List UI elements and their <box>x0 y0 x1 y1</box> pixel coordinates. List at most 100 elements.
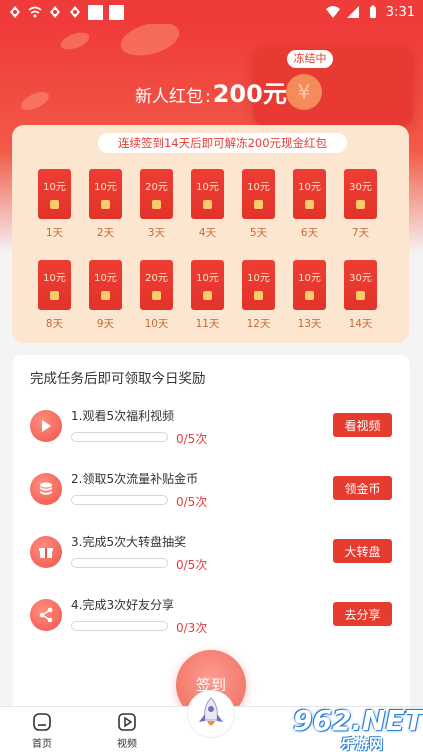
task-count: 0/5次 <box>176 558 208 572</box>
home-icon <box>33 713 51 731</box>
task-text: 1.观看5次福利视频 <box>71 409 175 423</box>
packet-amount: 10元 <box>43 182 66 193</box>
lock-icon <box>101 200 110 209</box>
video-icon <box>118 713 136 731</box>
red-packet: 10元 <box>38 260 71 310</box>
task-progress-bar <box>71 621 168 631</box>
lock-icon <box>356 200 365 209</box>
task-text: 2.领取5次流量补贴金币 <box>71 472 199 486</box>
checkin-day[interactable]: 10元 13天 <box>293 260 326 331</box>
cell-signal-icon <box>346 6 359 18</box>
lock-icon <box>152 291 161 300</box>
checkin-days-grid: 10元 1天 10元 2天 20元 3天 10元 4天 10元 5天 10元 6天 30元 7… <box>38 169 382 331</box>
sync-icon-2 <box>50 6 60 18</box>
task-card-title: 完成任务后即可领取今日奖励 <box>30 371 206 387</box>
lock-icon <box>101 291 110 300</box>
share-icon <box>30 599 62 631</box>
checkin-day[interactable]: 10元 8天 <box>38 260 71 331</box>
checkin-day[interactable]: 20元 10天 <box>140 260 173 331</box>
checkin-day[interactable]: 10元 5天 <box>242 169 275 240</box>
red-packet: 30元 <box>344 260 377 310</box>
new-user-bonus: 新人红包 : 200元 <box>135 74 287 109</box>
status-bar: 3:31 <box>0 0 423 24</box>
packet-amount: 20元 <box>145 182 168 193</box>
battery-icon <box>369 5 376 18</box>
lock-icon <box>254 291 263 300</box>
packet-amount: 10元 <box>298 273 321 284</box>
task-progress-bar <box>71 558 168 568</box>
red-packet: 20元 <box>140 260 173 310</box>
packet-amount: 10元 <box>247 273 270 284</box>
day-label: 14天 <box>348 318 373 330</box>
coins-icon <box>30 473 62 505</box>
nav-item-home[interactable]: 首页 <box>22 711 62 750</box>
red-packet: 10元 <box>293 169 326 219</box>
frozen-badge: 冻结中 <box>287 50 333 68</box>
packet-amount: 10元 <box>94 273 117 284</box>
packet-amount: 10元 <box>43 273 66 284</box>
checkin-day[interactable]: 30元 14天 <box>344 260 377 331</box>
day-label: 6天 <box>300 227 319 239</box>
red-packet: 30元 <box>344 169 377 219</box>
lock-icon <box>50 200 59 209</box>
checkin-panel: 连续签到14天后即可解冻200元现金红包 10元 1天 10元 2天 20元 3天 1… <box>12 125 409 343</box>
day-label: 13天 <box>297 318 322 330</box>
bonus-separator: : <box>205 87 211 107</box>
day-label: 3天 <box>147 227 166 239</box>
sync-icon-3 <box>70 6 80 18</box>
task-count: 0/5次 <box>176 432 208 446</box>
notification-icon-2 <box>109 4 124 20</box>
watch-video-button[interactable]: 看视频 <box>333 413 392 437</box>
day-label: 7天 <box>351 227 370 239</box>
checkin-day[interactable]: 10元 9天 <box>89 260 122 331</box>
day-label: 11天 <box>195 318 220 330</box>
task-text: 3.完成5次大转盘抽奖 <box>71 535 187 549</box>
task-progress-bar <box>71 495 168 505</box>
checkin-day[interactable]: 20元 3天 <box>140 169 173 240</box>
red-packet: 10元 <box>89 260 122 310</box>
lock-icon <box>305 291 314 300</box>
lock-icon <box>356 291 365 300</box>
checkin-day[interactable]: 30元 7天 <box>344 169 377 240</box>
status-right: 3:31 <box>325 4 415 20</box>
task-item: 1.观看5次福利视频 0/5次 看视频 <box>13 405 410 455</box>
day-label: 10天 <box>144 318 169 330</box>
wifi-signal-icon <box>325 6 340 18</box>
packet-amount: 10元 <box>94 182 117 193</box>
lock-icon <box>50 291 59 300</box>
sync-icon <box>10 6 20 18</box>
checkin-day[interactable]: 10元 2天 <box>89 169 122 240</box>
lock-icon <box>203 200 212 209</box>
checkin-day[interactable]: 10元 6天 <box>293 169 326 240</box>
checkin-day[interactable]: 10元 11天 <box>191 260 224 331</box>
nav-item-video[interactable]: 视频 <box>107 711 147 750</box>
task-item: 2.领取5次流量补贴金币 0/5次 领金币 <box>13 468 410 518</box>
rocket-button[interactable] <box>187 690 235 738</box>
day-label: 4天 <box>198 227 217 239</box>
day-label: 1天 <box>45 227 64 239</box>
task-count: 0/3次 <box>176 621 208 635</box>
checkin-day[interactable]: 10元 4天 <box>191 169 224 240</box>
packet-amount: 30元 <box>349 182 372 193</box>
site-watermark: 962.NET 乐游网 <box>283 702 423 752</box>
claim-coins-button[interactable]: 领金币 <box>333 476 392 500</box>
checkin-day[interactable]: 10元 12天 <box>242 260 275 331</box>
share-button[interactable]: 去分享 <box>333 602 392 626</box>
checkin-day[interactable]: 10元 1天 <box>38 169 71 240</box>
red-packet: 10元 <box>38 169 71 219</box>
rocket-icon <box>199 697 223 726</box>
bonus-value: 200元 <box>212 80 287 108</box>
day-label: 5天 <box>249 227 268 239</box>
status-time: 3:31 <box>385 4 415 20</box>
gift-icon <box>30 536 62 568</box>
watermark-brand: 962.NET <box>293 704 423 737</box>
packet-amount: 10元 <box>196 182 219 193</box>
red-packet: 20元 <box>140 169 173 219</box>
packet-amount: 10元 <box>298 182 321 193</box>
red-packet: 10元 <box>191 169 224 219</box>
bonus-label: 新人红包 <box>135 87 203 107</box>
watermark-sub: 乐游网 <box>341 737 383 752</box>
lucky-wheel-button[interactable]: 大转盘 <box>333 539 392 563</box>
nav-label: 视频 <box>117 739 137 750</box>
red-packet: 10元 <box>293 260 326 310</box>
